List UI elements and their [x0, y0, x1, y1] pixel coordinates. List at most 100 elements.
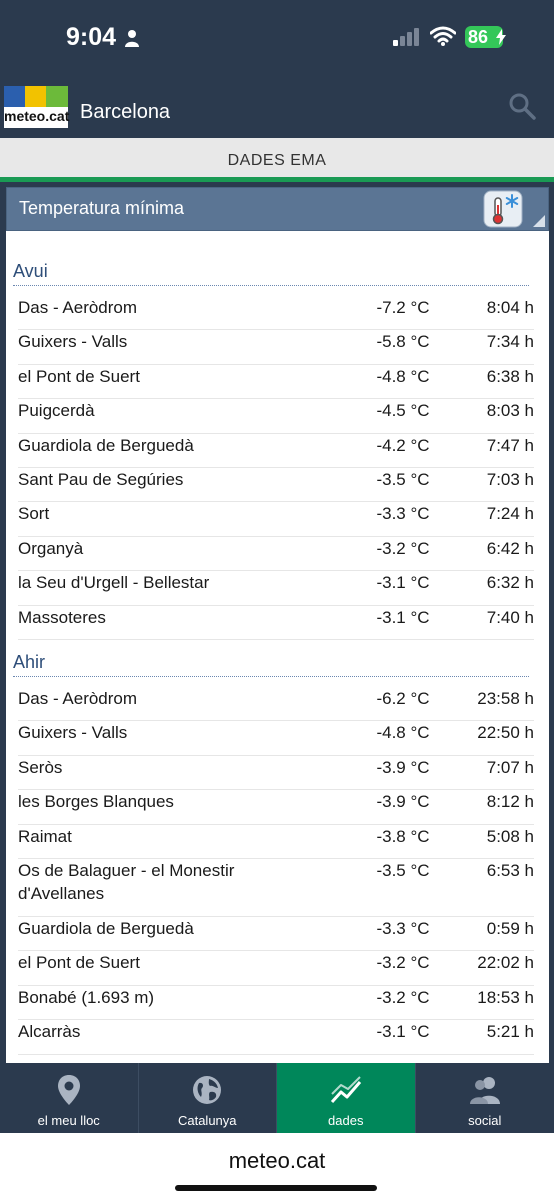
table-row[interactable]: el Pont de Suert -3.2 °C 22:02 h [18, 951, 534, 986]
dropdown-corner-icon[interactable] [533, 215, 545, 227]
logo-text: meteo.cat [4, 108, 70, 124]
person-icon [125, 30, 139, 47]
row-time: 7:07 h [486, 757, 534, 777]
panel-header[interactable]: Temperatura mínima [6, 187, 549, 231]
row-temp: -3.5 °C [376, 861, 430, 880]
row-station: Guardiola de Berguedà [18, 435, 194, 455]
row-temp: -3.3 °C [376, 919, 430, 938]
battery-indicator: 86 [465, 26, 506, 48]
table-row[interactable]: Seròs -3.9 °C 7:07 h [18, 756, 534, 791]
row-temp: -4.5 °C [376, 401, 430, 421]
row-temp: -3.2 °C [376, 538, 430, 558]
nav-dades[interactable]: dades [277, 1063, 416, 1133]
row-time: 7:03 h [486, 470, 534, 489]
row-time: 5:08 h [486, 826, 534, 846]
table-row[interactable]: Raimat -3.8 °C 5:08 h [18, 825, 534, 859]
row-temp: -3.2 °C [376, 987, 430, 1007]
table-row[interactable]: el Pont de Suert -4.8 °C 6:38 h [18, 365, 534, 400]
row-time: 18:53 h [477, 987, 534, 1007]
row-station: el Pont de Suert [18, 953, 140, 973]
row-temp: -6.2 °C [376, 689, 430, 708]
row-temp: -4.8 °C [376, 723, 430, 743]
row-time: 7:34 h [486, 332, 534, 352]
top-header: 9:04 86 meteo.cat Barcelona [0, 0, 554, 138]
section-divider [13, 676, 529, 677]
row-time: 22:50 h [477, 723, 534, 743]
cellular-signal-icon [393, 28, 419, 46]
row-station: Alcarràs [18, 1022, 81, 1042]
search-icon[interactable] [508, 92, 536, 120]
row-station: Puigcerdà [18, 401, 95, 421]
home-indicator [175, 1185, 377, 1191]
table-row[interactable]: Guixers - Valls -4.8 °C 22:50 h [18, 721, 534, 756]
nav-label: dades [328, 1113, 364, 1128]
section-title: Ahir [13, 652, 46, 672]
row-temp: -4.2 °C [376, 435, 430, 455]
row-time: 7:47 h [486, 435, 534, 455]
row-temp: -3.3 °C [376, 504, 430, 524]
city-title: Barcelona [80, 101, 171, 123]
table-row[interactable]: Sort -3.3 °C 7:24 h [18, 502, 534, 537]
status-time: 9:04 [66, 23, 117, 51]
row-time: 5:21 h [486, 1022, 534, 1042]
browser-url-bar[interactable]: meteo.cat [0, 1133, 554, 1200]
charging-bolt-icon [496, 29, 506, 45]
row-time: 6:38 h [486, 366, 534, 386]
row-station: les Borges Blanques [18, 792, 174, 812]
tab-dades-ema[interactable]: DADES EMA [0, 152, 554, 170]
row-temp: -3.9 °C [376, 792, 430, 812]
row-station: Organyà [18, 538, 84, 558]
logo-cloud-block [46, 86, 68, 107]
data-content[interactable]: Temperatura mínima Avui Das - Aeròdrom -7.… [6, 187, 549, 1063]
row-station: Guixers - Valls [18, 723, 128, 743]
row-time: 7:40 h [486, 607, 534, 627]
row-time: 6:42 h [486, 538, 534, 558]
row-temp: -3.2 °C [376, 953, 430, 973]
table-row[interactable]: Guixers - Valls -5.8 °C 7:34 h [18, 330, 534, 365]
row-station: Seròs [18, 757, 63, 777]
section-title: Avui [13, 261, 48, 281]
table-row[interactable]: Das - Aeròdrom -6.2 °C 23:58 h [18, 687, 534, 722]
nav-label: social [468, 1113, 502, 1128]
nav-el-meu-lloc[interactable]: el meu lloc [0, 1063, 139, 1133]
bottom-navigation: el meu lloc Catalunya dades social [0, 1063, 554, 1133]
row-temp: -3.1 °C [376, 1022, 430, 1042]
table-row[interactable]: Puigcerdà -4.5 °C 8:03 h [18, 399, 534, 434]
section-divider [13, 285, 529, 286]
users-icon [469, 1077, 500, 1104]
url-text[interactable]: meteo.cat [0, 1148, 554, 1174]
wifi-icon [430, 26, 456, 46]
row-temp: -7.2 °C [376, 298, 430, 317]
table-row[interactable]: Bonabé (1.693 m) -3.2 °C 18:53 h [18, 986, 534, 1021]
row-station: Bonabé (1.693 m) [18, 987, 155, 1007]
table-row[interactable]: Organyà -3.2 °C 6:42 h [18, 537, 534, 572]
table-row[interactable]: Guardiola de Berguedà -3.3 °C 0:59 h [18, 917, 534, 952]
table-row[interactable]: Das - Aeròdrom -7.2 °C 8:04 h [18, 296, 534, 331]
row-station: Guixers - Valls [18, 332, 128, 352]
logo-blue-block [4, 86, 25, 107]
table-row[interactable]: la Seu d'Urgell - Bellestar -3.1 °C 6:32 h [18, 571, 534, 606]
table-row[interactable]: Os de Balaguer - el Monestir d'Avellanes… [18, 859, 534, 917]
section-tab-bar: DADES EMA [0, 138, 554, 182]
table-row[interactable]: Sant Pau de Segúries -3.5 °C 7:03 h [18, 468, 534, 503]
table-row[interactable]: Alcarràs -3.1 °C 5:21 h [18, 1020, 534, 1055]
thermometer-snow-icon[interactable] [482, 189, 524, 229]
panel-title: Temperatura mínima [19, 198, 185, 218]
row-temp: -3.1 °C [376, 607, 430, 627]
row-time: 0:59 h [486, 919, 534, 938]
globe-icon [193, 1076, 222, 1104]
location-pin-icon [57, 1075, 80, 1105]
table-row[interactable]: Guardiola de Berguedà -4.2 °C 7:47 h [18, 434, 534, 468]
meteocat-logo[interactable]: meteo.cat [4, 86, 70, 128]
row-station: Guardiola de Berguedà [18, 919, 194, 938]
row-time: 7:24 h [486, 504, 534, 524]
row-temp: -3.8 °C [376, 826, 430, 846]
table-row[interactable]: Massoteres -3.1 °C 7:40 h [18, 606, 534, 640]
row-temp: -4.8 °C [376, 366, 430, 386]
table-row[interactable]: les Borges Blanques -3.9 °C 8:12 h [18, 790, 534, 825]
row-time: 6:32 h [486, 573, 534, 593]
nav-catalunya[interactable]: Catalunya [139, 1063, 277, 1133]
row-time: 6:53 h [486, 861, 534, 880]
row-station: Os de Balaguer - el Monestir d'Avellanes [18, 861, 235, 903]
nav-social[interactable]: social [416, 1063, 554, 1133]
